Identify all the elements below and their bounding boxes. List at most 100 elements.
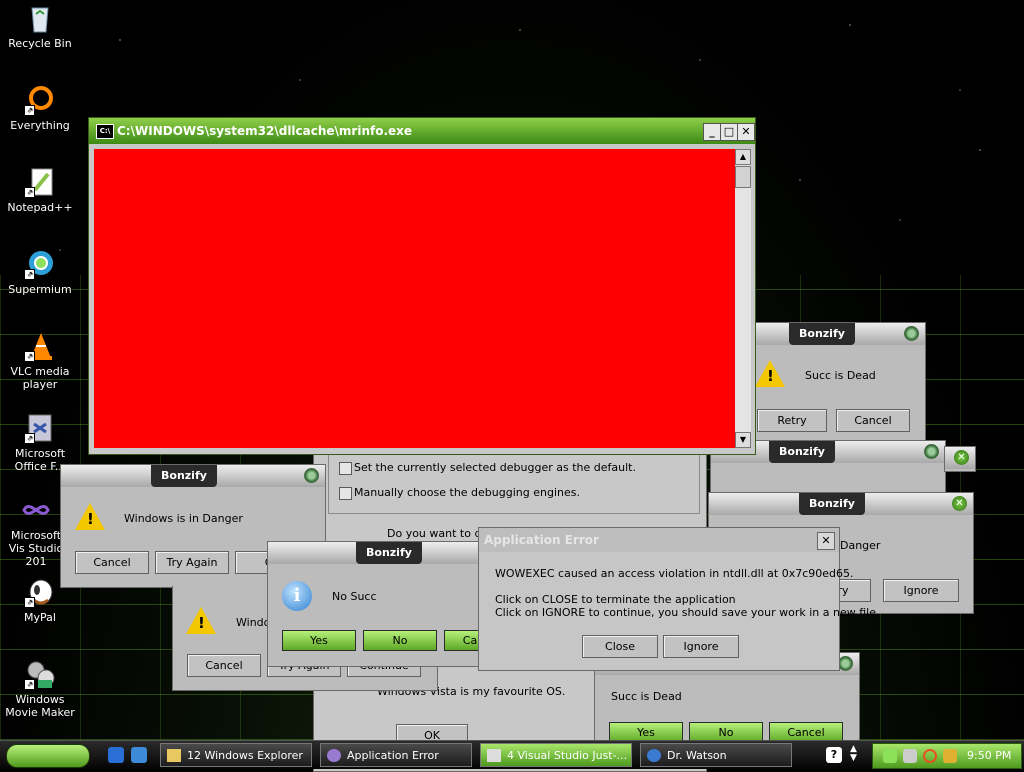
default-debugger-checkbox[interactable] [339, 462, 352, 475]
desktop-icon-label: Windows Movie Maker [5, 693, 75, 719]
taskbar-button-dr-watson[interactable]: Dr. Watson [640, 743, 792, 767]
dialog-title: Bonzify [151, 465, 217, 487]
desktop-icon-notepad[interactable]: ↗ Notepad++ [0, 166, 80, 214]
dr-watson-icon [647, 749, 661, 762]
clock[interactable]: 9:50 PM [967, 744, 1011, 768]
dialog-message: No Succ [332, 590, 377, 603]
desktop-icon-recycle-bin[interactable]: Recycle Bin [0, 2, 80, 50]
tray-search-icon[interactable] [923, 749, 937, 763]
start-button[interactable] [6, 744, 90, 768]
warning-icon: ! [186, 607, 216, 634]
dialog-caption: Bonzify [61, 465, 325, 487]
taskbar-button-windows-explorer[interactable]: 12 Windows Explorer [160, 743, 312, 767]
everything-icon: ↗ [24, 84, 56, 116]
app-error-icon [327, 749, 341, 762]
cancel-button[interactable]: Cancel [75, 551, 149, 574]
console-title-bar[interactable]: C:\ C:\WINDOWS\system32\dllcache\mrinfo.… [89, 118, 755, 144]
task-label: 12 Windows Explorer [187, 749, 303, 762]
desktop-icon-label: Everything [10, 119, 70, 132]
console-icon: C:\ [96, 124, 114, 139]
shortcut-arrow-icon: ↗ [24, 433, 35, 444]
mypal-icon: ↗ [24, 576, 56, 608]
supermium-icon: ↗ [24, 248, 56, 280]
ignore-button[interactable]: Ignore [883, 579, 959, 602]
scroll-thumb[interactable] [735, 166, 751, 188]
dialog-message: Succ is Dead [805, 369, 876, 382]
shortcut-arrow-icon: ↗ [24, 269, 35, 280]
dialog-caption: Application Error ✕ [479, 528, 839, 552]
dialog-message: Windo [236, 616, 271, 629]
shortcut-arrow-icon: ↗ [24, 351, 35, 362]
system-tray: 9:50 PM [872, 743, 1022, 769]
manual-engines-checkbox[interactable] [339, 487, 352, 500]
vlc-icon: ↗ [24, 330, 56, 362]
desktop-icon-label: MyPal [24, 611, 56, 624]
console-output-area[interactable] [94, 149, 735, 448]
tray-volume-icon[interactable] [903, 749, 917, 763]
close-button[interactable]: Close [582, 635, 658, 658]
debugger-icon [487, 749, 501, 762]
cancel-button[interactable]: Cancel [187, 654, 261, 677]
close-ring-icon[interactable] [904, 326, 919, 341]
close-icon[interactable]: ✕ [817, 532, 835, 550]
tray-app-icon[interactable] [943, 749, 957, 763]
try-again-button[interactable]: Try Again [155, 551, 229, 574]
dialog-edge: ✕ [944, 446, 976, 472]
default-debugger-label: Set the currently selected debugger as t… [354, 461, 636, 474]
error-message: WOWEXEC caused an access violation in nt… [495, 567, 854, 580]
desktop-icon-label: Recycle Bin [8, 37, 72, 50]
warning-icon: ! [75, 503, 105, 530]
dialog-title: Bonzify [789, 323, 855, 345]
yes-button[interactable]: Yes [282, 630, 356, 651]
taskbar-button-visual-studio-jit[interactable]: 4 Visual Studio Just-... [480, 743, 632, 767]
taskbar-button-application-error[interactable]: Application Error [320, 743, 472, 767]
desktop-icon-everything[interactable]: ↗ Everything [0, 84, 80, 132]
desktop-icon-label: VLC media player [10, 365, 70, 391]
retry-button[interactable]: Retry [757, 409, 827, 432]
tray-expand-icon[interactable]: ▲ ▼ [850, 745, 857, 763]
warning-icon: ! [755, 360, 785, 387]
error-instruction-close: Click on CLOSE to terminate the applicat… [495, 593, 736, 606]
minimize-icon[interactable]: _ [703, 123, 721, 141]
close-ring-icon[interactable] [924, 444, 939, 459]
error-instruction-ignore: Click on IGNORE to continue, you should … [495, 606, 880, 619]
application-error-dialog: Application Error ✕ WOWEXEC caused an ac… [478, 527, 880, 671]
ignore-button[interactable]: Ignore [663, 635, 739, 658]
shortcut-arrow-icon: ↗ [24, 105, 35, 116]
cancel-button[interactable]: Cancel [836, 409, 910, 432]
task-label: 4 Visual Studio Just-... [507, 749, 628, 762]
console-window: C:\ C:\WINDOWS\system32\dllcache\mrinfo.… [88, 117, 756, 455]
close-ring-icon[interactable] [838, 656, 853, 671]
help-icon[interactable]: ? [826, 747, 842, 763]
scroll-down-icon[interactable]: ▼ [735, 432, 751, 448]
internet-explorer-icon[interactable] [108, 747, 124, 763]
shortcut-arrow-icon: ↗ [24, 187, 35, 198]
dialog-message: Danger [840, 539, 881, 552]
visual-studio-icon [20, 494, 52, 526]
shortcut-arrow-icon: ↗ [24, 679, 35, 690]
vertical-scrollbar[interactable]: ▲ ▼ [735, 149, 751, 448]
dialog-caption: Bonzify ✕ [709, 493, 973, 515]
desktop-icon-vlc[interactable]: ↗ VLC media player [0, 330, 80, 391]
no-button[interactable]: No [363, 630, 437, 651]
maximize-icon[interactable]: □ [720, 123, 738, 141]
dialog-title: Bonzify [356, 542, 422, 564]
dialog-title: Bonzify [769, 441, 835, 463]
dialog-message: Windows is in Danger [124, 512, 243, 525]
bonzify-dialog-no-succ: Bonzify i No Succ Yes No Ca [267, 541, 499, 667]
close-icon[interactable]: ✕ [737, 123, 755, 141]
desktop-icon-supermium[interactable]: ↗ Supermium [0, 248, 80, 296]
office-icon: ↗ [24, 412, 56, 444]
close-icon[interactable]: ✕ [954, 450, 969, 465]
dialog-caption: Bonzify [268, 542, 498, 564]
desktop-icon-movie-maker[interactable]: ↗ Windows Movie Maker [0, 658, 80, 719]
task-label: Application Error [347, 749, 439, 762]
close-ring-icon[interactable] [304, 468, 319, 483]
scroll-up-icon[interactable]: ▲ [735, 149, 751, 165]
window-title: C:\WINDOWS\system32\dllcache\mrinfo.exe [117, 124, 413, 138]
dialog-message: Succ is Dead [611, 690, 682, 703]
quick-launch-icon[interactable] [131, 747, 147, 763]
desktop-icon-label: Notepad++ [7, 201, 73, 214]
close-icon[interactable]: ✕ [952, 496, 967, 511]
tray-network-icon[interactable] [883, 749, 897, 763]
